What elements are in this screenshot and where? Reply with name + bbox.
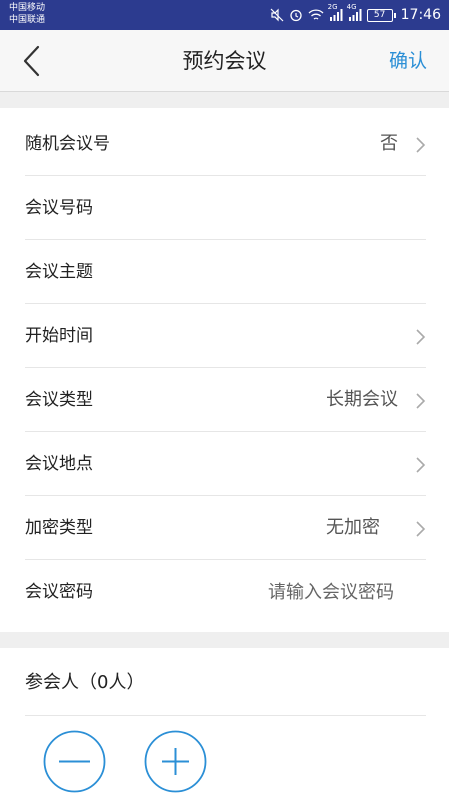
encryption-type-label: 加密类型: [25, 518, 93, 538]
confirm-button[interactable]: 确认: [389, 30, 427, 92]
wifi-icon: [308, 8, 324, 20]
clock: 17:46: [400, 7, 441, 23]
mute-icon: [270, 8, 284, 22]
meeting-subject-label: 会议主题: [25, 262, 93, 282]
row-meeting-location[interactable]: 会议地点: [25, 432, 426, 496]
network-type-2: 4G: [346, 3, 357, 11]
add-participant-button[interactable]: [144, 730, 207, 793]
carrier-2: 中国联通: [9, 15, 46, 25]
battery-level: 57: [373, 9, 386, 20]
row-meeting-password: 会议密码: [25, 560, 426, 624]
meeting-password-label: 会议密码: [25, 582, 93, 602]
chevron-right-icon: [416, 393, 426, 409]
meeting-location-label: 会议地点: [25, 454, 93, 474]
row-meeting-id[interactable]: 会议号码: [25, 176, 426, 240]
battery-icon: 57: [366, 8, 396, 22]
chevron-right-icon: [416, 521, 426, 537]
random-meeting-id-label: 随机会议号: [25, 134, 110, 154]
participants-section: 参会人（0人）: [0, 648, 449, 800]
alarm-icon: [289, 9, 302, 22]
row-meeting-type[interactable]: 会议类型 长期会议: [25, 368, 426, 432]
nav-bar: 预约会议 确认: [0, 30, 449, 92]
meeting-form: 随机会议号 否 会议号码 会议主题 开始时间 会议类型 长期会议 会议地点 加密…: [0, 108, 449, 632]
status-bar: 中国移动 中国联通 2G 4G 57 17:46: [0, 0, 449, 30]
chevron-right-icon: [416, 329, 426, 345]
random-meeting-id-value: 否: [380, 133, 398, 154]
participants-header: 参会人（0人）: [25, 648, 426, 716]
chevron-right-icon: [416, 137, 426, 153]
carrier-1: 中国移动: [9, 3, 46, 13]
remove-participant-button[interactable]: [43, 730, 106, 793]
meeting-type-value: 长期会议: [326, 389, 398, 410]
carrier-info: 中国移动 中国联通: [9, 2, 45, 26]
meeting-type-label: 会议类型: [25, 390, 93, 410]
page-title: 预约会议: [182, 49, 267, 73]
meeting-id-label: 会议号码: [25, 198, 93, 218]
row-start-time[interactable]: 开始时间: [25, 304, 426, 368]
meeting-password-input[interactable]: [234, 577, 394, 607]
row-encryption-type[interactable]: 加密类型 无加密: [25, 496, 426, 560]
network-type-1: 2G: [327, 3, 338, 11]
chevron-right-icon: [416, 457, 426, 473]
encryption-type-value: 无加密: [326, 517, 380, 538]
row-meeting-subject[interactable]: 会议主题: [25, 240, 426, 304]
start-time-label: 开始时间: [25, 326, 93, 346]
row-random-meeting-id[interactable]: 随机会议号 否: [25, 112, 426, 176]
status-icons: 2G 4G 57 17:46: [270, 0, 441, 30]
